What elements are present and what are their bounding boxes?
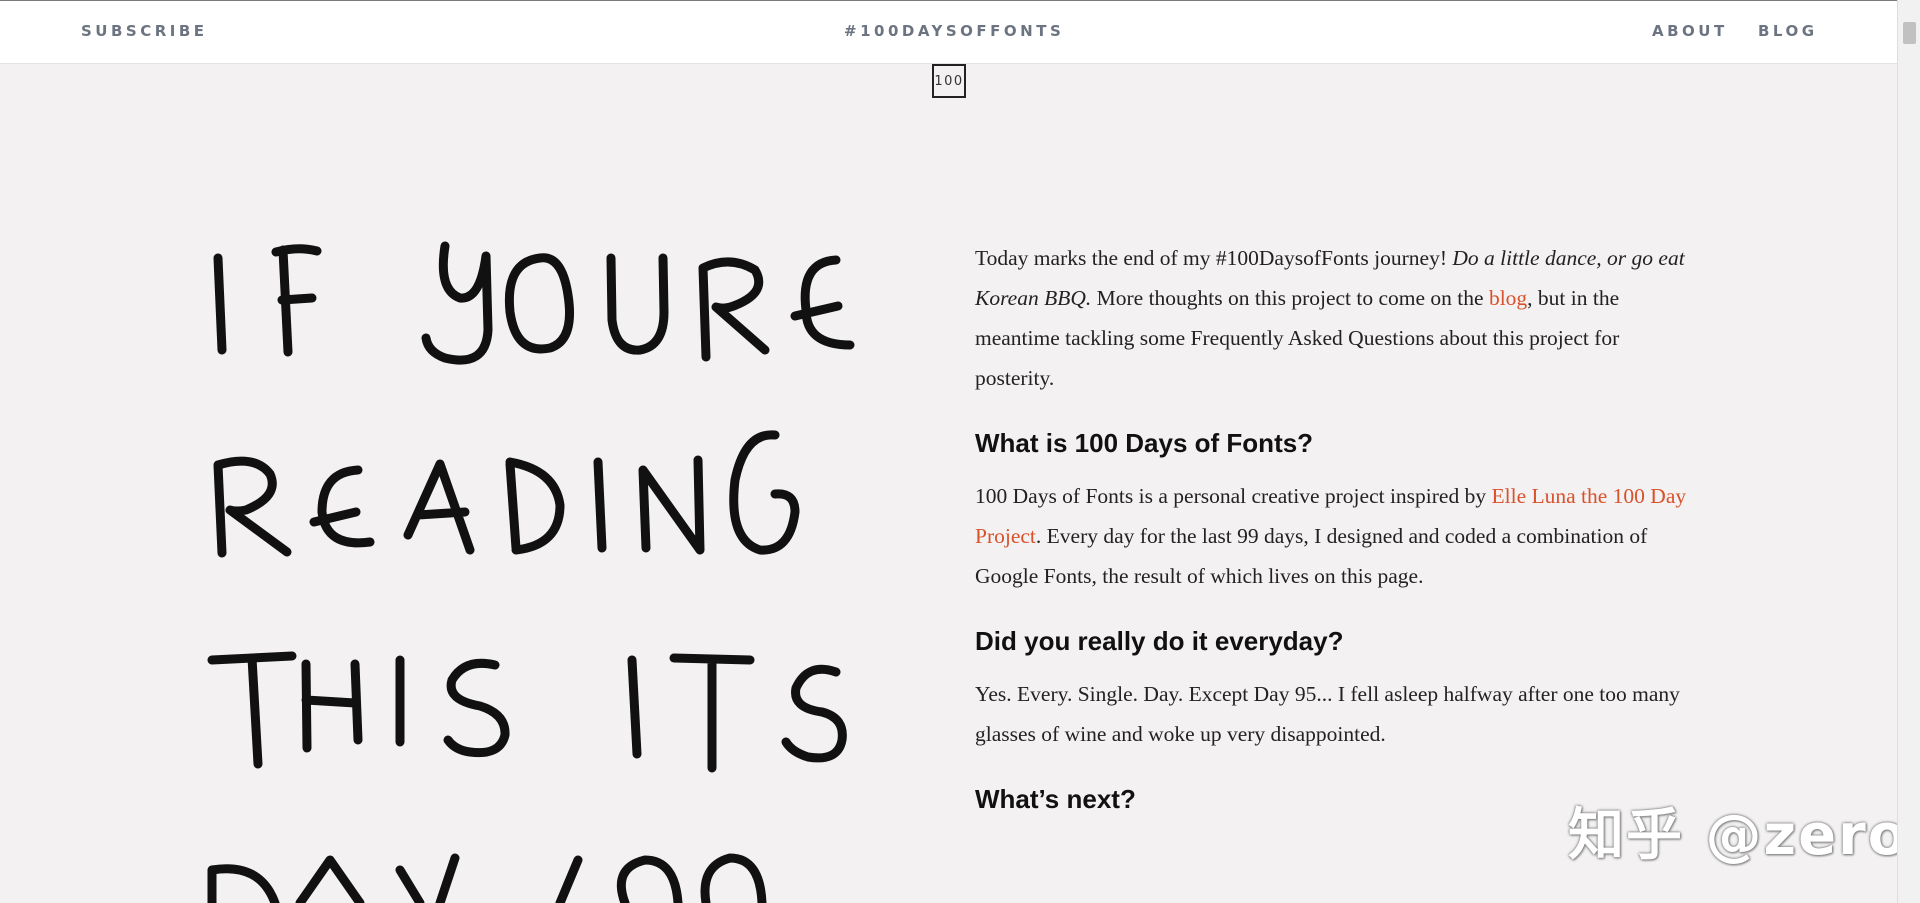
- hero-lettering-svg: [207, 241, 855, 903]
- watermark: 知乎 @zero: [1568, 803, 1909, 868]
- paragraph-everyday: Yes. Every. Single. Day. Except Day 95..…: [975, 682, 1680, 746]
- about-link[interactable]: ABOUT: [1652, 22, 1728, 40]
- vertical-scrollbar[interactable]: [1897, 0, 1920, 903]
- blog-inline-link[interactable]: blog: [1489, 286, 1527, 310]
- day-badge[interactable]: 100: [932, 64, 966, 98]
- intro-text-a: Today marks the end of my #100DaysofFont…: [975, 246, 1453, 270]
- heading-everyday: Did you really do it everyday?: [975, 626, 1344, 656]
- article-content: Today marks the end of my #100DaysofFont…: [975, 238, 1689, 832]
- scrollbar-thumb[interactable]: [1903, 22, 1916, 44]
- hero-lettering: [0, 0, 900, 903]
- paragraph-what-is: 100 Days of Fonts is a personal creative…: [975, 476, 1689, 596]
- p1-text-a: 100 Days of Fonts is a personal creative…: [975, 484, 1492, 508]
- p1-text-b: . Every day for the last 99 days, I desi…: [975, 524, 1648, 588]
- intro-paragraph: Today marks the end of my #100DaysofFont…: [975, 238, 1689, 398]
- heading-what-is: What is 100 Days of Fonts?: [975, 428, 1314, 458]
- blog-link[interactable]: BLOG: [1758, 22, 1818, 40]
- intro-text-b: More thoughts on this project to come on…: [1091, 286, 1489, 310]
